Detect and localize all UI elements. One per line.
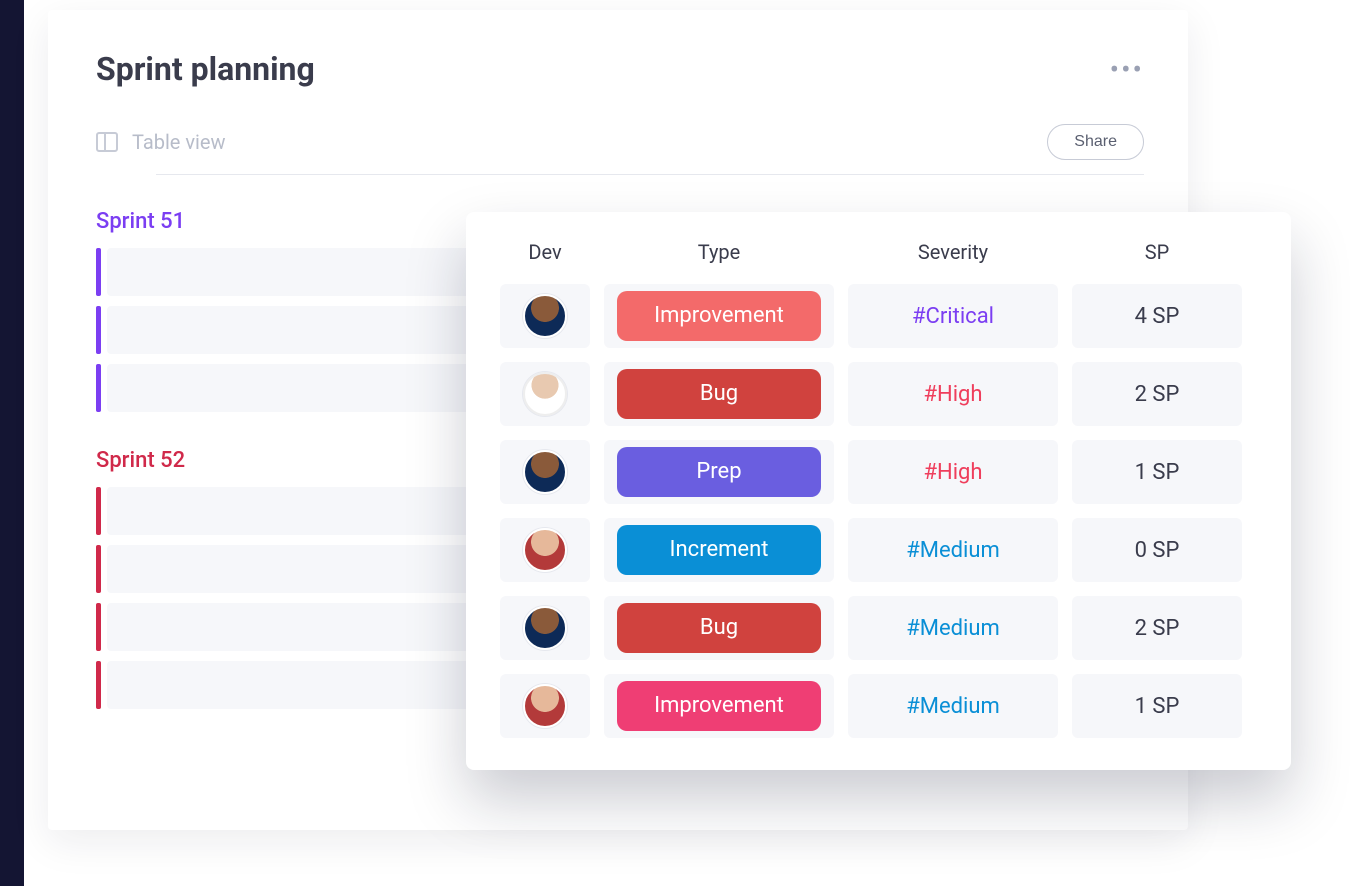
- severity-tag: #Medium: [906, 538, 1000, 563]
- view-switch[interactable]: Table view: [96, 130, 226, 154]
- sp-value: 0 SP: [1135, 538, 1180, 563]
- sp-value: 1 SP: [1135, 460, 1180, 485]
- table-view-icon: [96, 132, 118, 152]
- sp-value: 4 SP: [1135, 304, 1180, 329]
- type-pill: Prep: [617, 447, 821, 496]
- severity-tag: #High: [923, 382, 982, 407]
- dev-cell[interactable]: [500, 362, 590, 426]
- type-cell[interactable]: Bug: [604, 362, 834, 426]
- type-pill: Bug: [617, 603, 821, 652]
- sp-value: 2 SP: [1135, 616, 1180, 641]
- sp-cell[interactable]: 1 SP: [1072, 440, 1242, 504]
- type-cell[interactable]: Bug: [604, 596, 834, 660]
- severity-cell[interactable]: #Medium: [848, 674, 1058, 738]
- type-pill: Bug: [617, 369, 821, 418]
- toolbar: Table view Share: [96, 124, 1144, 160]
- avatar: [523, 528, 567, 572]
- row-accent: [96, 487, 101, 535]
- left-nav-strip: [0, 0, 24, 886]
- sp-cell[interactable]: 1 SP: [1072, 674, 1242, 738]
- sp-cell[interactable]: 0 SP: [1072, 518, 1242, 582]
- task-table-card: Dev Type Severity SP Improvement #Critical 4 S…: [466, 212, 1291, 770]
- severity-cell[interactable]: #High: [848, 440, 1058, 504]
- sp-cell[interactable]: 2 SP: [1072, 362, 1242, 426]
- severity-cell[interactable]: #High: [848, 362, 1058, 426]
- severity-cell[interactable]: #Critical: [848, 284, 1058, 348]
- column-header: SP: [1072, 240, 1242, 270]
- severity-tag: #High: [923, 460, 982, 485]
- row-accent: [96, 306, 101, 354]
- severity-tag: #Medium: [906, 694, 1000, 719]
- dev-cell[interactable]: [500, 518, 590, 582]
- column-header: Severity: [848, 240, 1058, 270]
- row-accent: [96, 661, 101, 709]
- share-button[interactable]: Share: [1047, 124, 1144, 160]
- type-pill: Improvement: [617, 291, 821, 340]
- panel-header: Sprint planning •••: [96, 50, 1144, 88]
- avatar: [523, 450, 567, 494]
- avatar: [523, 372, 567, 416]
- more-menu-icon[interactable]: •••: [1110, 53, 1144, 86]
- row-accent: [96, 248, 101, 296]
- severity-cell[interactable]: #Medium: [848, 596, 1058, 660]
- dev-cell[interactable]: [500, 284, 590, 348]
- dev-cell[interactable]: [500, 440, 590, 504]
- dev-cell[interactable]: [500, 674, 590, 738]
- view-label: Table view: [132, 130, 226, 154]
- row-accent: [96, 603, 101, 651]
- avatar: [523, 606, 567, 650]
- task-table: Dev Type Severity SP Improvement #Critical 4 S…: [500, 240, 1257, 738]
- sp-cell[interactable]: 2 SP: [1072, 596, 1242, 660]
- toolbar-divider: [156, 174, 1144, 175]
- avatar: [523, 294, 567, 338]
- severity-tag: #Medium: [906, 616, 1000, 641]
- row-accent: [96, 545, 101, 593]
- sp-value: 1 SP: [1135, 694, 1180, 719]
- type-cell[interactable]: Improvement: [604, 284, 834, 348]
- type-cell[interactable]: Prep: [604, 440, 834, 504]
- avatar: [523, 684, 567, 728]
- type-pill: Increment: [617, 525, 821, 574]
- severity-cell[interactable]: #Medium: [848, 518, 1058, 582]
- sp-value: 2 SP: [1135, 382, 1180, 407]
- page-title: Sprint planning: [96, 50, 315, 88]
- column-header: Dev: [500, 240, 590, 270]
- column-header: Type: [604, 240, 834, 270]
- dev-cell[interactable]: [500, 596, 590, 660]
- type-cell[interactable]: Increment: [604, 518, 834, 582]
- sp-cell[interactable]: 4 SP: [1072, 284, 1242, 348]
- severity-tag: #Critical: [912, 304, 994, 329]
- row-accent: [96, 364, 101, 412]
- type-cell[interactable]: Improvement: [604, 674, 834, 738]
- type-pill: Improvement: [617, 681, 821, 730]
